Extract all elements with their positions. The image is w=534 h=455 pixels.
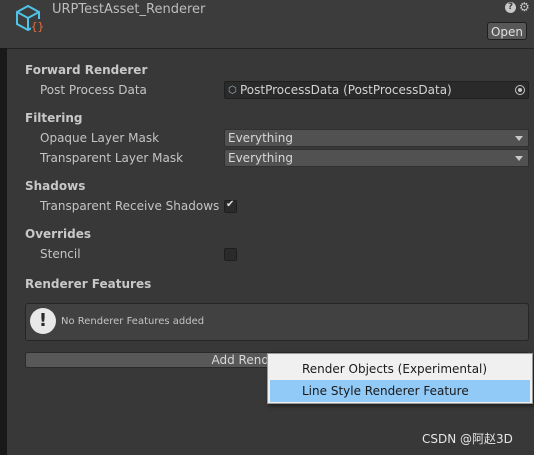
chevron-down-icon [515,136,523,141]
section-forward-renderer: Forward Renderer [25,63,148,77]
left-border-strip [0,0,7,455]
section-filtering: Filtering [25,111,83,125]
gear-icon[interactable]: ⚙ [519,0,530,14]
section-renderer-features: Renderer Features [25,277,152,291]
checkmark-icon: ✔ [226,199,235,210]
opaque-layer-mask-label: Opaque Layer Mask [40,131,160,145]
object-picker-icon[interactable] [515,85,525,95]
transparent-layer-mask-dropdown[interactable]: Everything [224,149,529,167]
section-overrides: Overrides [25,227,91,241]
info-icon: ! [30,308,56,334]
transparent-receive-shadows-checkbox[interactable]: ✔ [224,199,237,213]
asset-reference-icon: ⬡ [228,85,237,96]
transparent-layer-mask-value: Everything [228,151,293,165]
transparent-receive-shadows-label: Transparent Receive Shadows [40,199,220,213]
post-process-data-value: PostProcessData (PostProcessData) [240,83,452,97]
section-shadows: Shadows [25,179,86,193]
empty-features-message: No Renderer Features added [61,316,205,327]
menu-item-line-style-renderer-feature[interactable]: Line Style Renderer Feature [270,380,530,402]
asset-title: URPTestAsset_Renderer [52,2,206,17]
opaque-layer-mask-value: Everything [228,131,293,145]
chevron-down-icon [515,156,523,161]
open-button[interactable]: Open [487,22,527,40]
stencil-label: Stencil [40,247,81,261]
renderer-asset-icon: {} [16,4,44,33]
opaque-layer-mask-dropdown[interactable]: Everything [224,129,529,147]
help-icon[interactable]: ? [505,2,516,13]
svg-text:{}: {} [31,20,44,33]
post-process-data-field[interactable]: ⬡ PostProcessData (PostProcessData) [224,81,529,99]
add-feature-popup-menu: Render Objects (Experimental) Line Style… [267,353,533,404]
menu-item-render-objects[interactable]: Render Objects (Experimental) [270,358,530,380]
transparent-layer-mask-label: Transparent Layer Mask [40,151,184,165]
stencil-checkbox[interactable] [224,248,237,261]
header-divider [7,48,534,49]
watermark: CSDN @阿赵3D [422,432,513,446]
post-process-data-label: Post Process Data [40,83,147,97]
